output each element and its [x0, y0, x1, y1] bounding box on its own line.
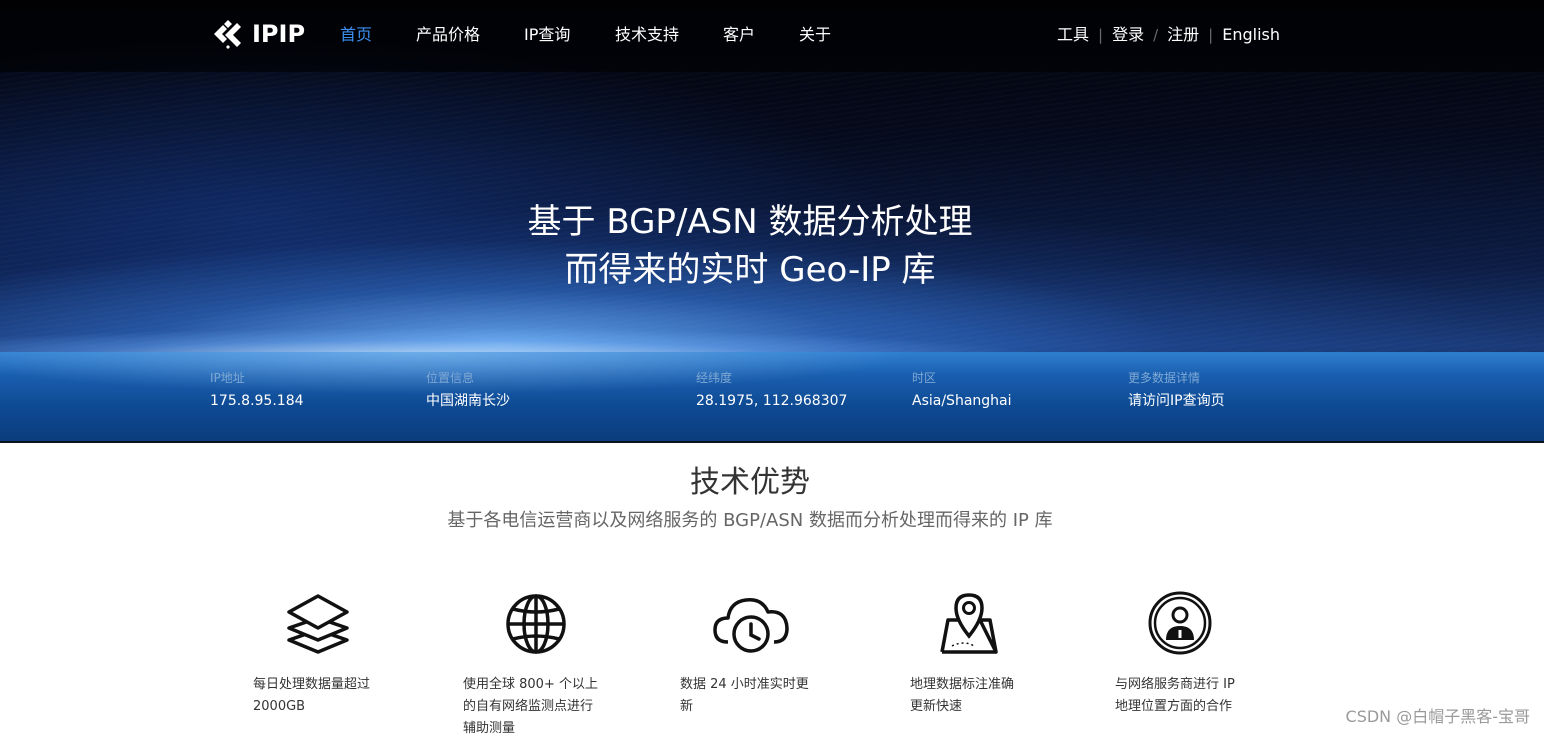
nav-separator: /	[1153, 26, 1159, 44]
user-badge-icon	[1148, 591, 1212, 655]
info-value: 中国湖南长沙	[426, 393, 510, 409]
logo[interactable]: IPIP	[210, 16, 305, 52]
info-label: IP地址	[210, 371, 245, 385]
feature-line: 地理数据标注准确	[910, 677, 1015, 692]
info-location: 位置信息 中国湖南长沙	[426, 370, 510, 411]
main-menu: 首页 产品价格 IP查询 技术支持 客户 关于	[340, 24, 839, 46]
earth-glow	[0, 300, 1544, 360]
register-link[interactable]: 注册	[1167, 24, 1199, 46]
feature-description: 地理数据标注准确 更新快速	[910, 674, 1075, 718]
nav-item-about[interactable]: 关于	[799, 24, 839, 46]
feature-line: 2000GB	[253, 699, 306, 714]
feature-description: 数据 24 小时准实时更 新	[680, 674, 845, 718]
hero-headline-line2: 而得来的实时 Geo-IP 库	[564, 250, 936, 290]
nav-separator: |	[1098, 26, 1104, 44]
tools-link[interactable]: 工具	[1057, 24, 1089, 46]
feature-line: 数据 24 小时准实时更	[680, 677, 809, 692]
logo-text: IPIP	[252, 20, 306, 48]
feature-line: 使用全球 800+ 个以上	[463, 677, 598, 692]
info-value: Asia/Shanghai	[912, 393, 1012, 409]
nav-item-customers[interactable]: 客户	[723, 24, 799, 46]
nav-item-pricing[interactable]: 产品价格	[416, 24, 524, 46]
feature-description: 与网络服务商进行 IP 地理位置方面的合作	[1115, 674, 1280, 718]
watermark: CSDN @白帽子黑客-宝哥	[1345, 707, 1530, 726]
language-english-link[interactable]: English	[1222, 24, 1280, 46]
feature-line: 新	[680, 699, 694, 714]
info-label: 位置信息	[426, 371, 475, 385]
info-value: 28.1975, 112.968307	[696, 393, 848, 409]
hero-bottom-edge	[0, 441, 1544, 443]
map-pin-icon	[940, 593, 998, 654]
cloud-clock-icon	[713, 598, 789, 653]
feature-line: 每日处理数据量超过	[253, 677, 371, 692]
feature-description: 使用全球 800+ 个以上 的自有网络监测点进行 辅助测量	[463, 674, 628, 736]
info-value: 175.8.95.184	[210, 393, 304, 409]
nav-right-links: 工具 | 登录 / 注册 | English	[1057, 24, 1280, 46]
nav-item-home[interactable]: 首页	[340, 24, 416, 46]
ip-query-page-link[interactable]: 请访问IP查询页	[1128, 391, 1225, 411]
feature-line: 辅助测量	[463, 721, 516, 736]
ipip-logo-icon	[214, 20, 241, 49]
section-subtitle: 基于各电信运营商以及网络服务的 BGP/ASN 数据而分析处理而得来的 IP 库	[447, 510, 1053, 531]
feature-description: 每日处理数据量超过 2000GB	[253, 674, 418, 718]
top-nav: IPIP 首页 产品价格 IP查询 技术支持 客户 关于 工具 | 登录 / 注…	[0, 0, 1544, 72]
hero-headline-line1: 基于 BGP/ASN 数据分析处理	[527, 202, 973, 242]
info-coordinates: 经纬度 28.1975, 112.968307	[696, 370, 847, 411]
info-more-details: 更多数据详情 请访问IP查询页	[1128, 370, 1225, 411]
layers-icon	[287, 594, 349, 654]
hero-headline: 基于 BGP/ASN 数据分析处理 而得来的实时 Geo-IP 库	[0, 198, 1500, 294]
feature-line: 与网络服务商进行 IP	[1115, 677, 1235, 692]
feature-line: 的自有网络监测点进行	[463, 699, 594, 714]
nav-separator: |	[1208, 26, 1214, 44]
info-label: 更多数据详情	[1128, 371, 1201, 385]
section-title: 技术优势	[690, 465, 810, 500]
nav-item-support[interactable]: 技术支持	[615, 24, 723, 46]
feature-line: 地理位置方面的合作	[1115, 699, 1233, 714]
info-label: 经纬度	[696, 371, 733, 385]
feature-line: 更新快速	[910, 699, 963, 714]
login-link[interactable]: 登录	[1112, 24, 1144, 46]
info-timezone: 时区 Asia/Shanghai	[912, 370, 1012, 411]
globe-icon	[506, 594, 566, 654]
info-ip-address: IP地址 175.8.95.184	[210, 370, 304, 411]
nav-item-ip-query[interactable]: IP查询	[524, 24, 615, 46]
info-label: 时区	[912, 371, 937, 385]
